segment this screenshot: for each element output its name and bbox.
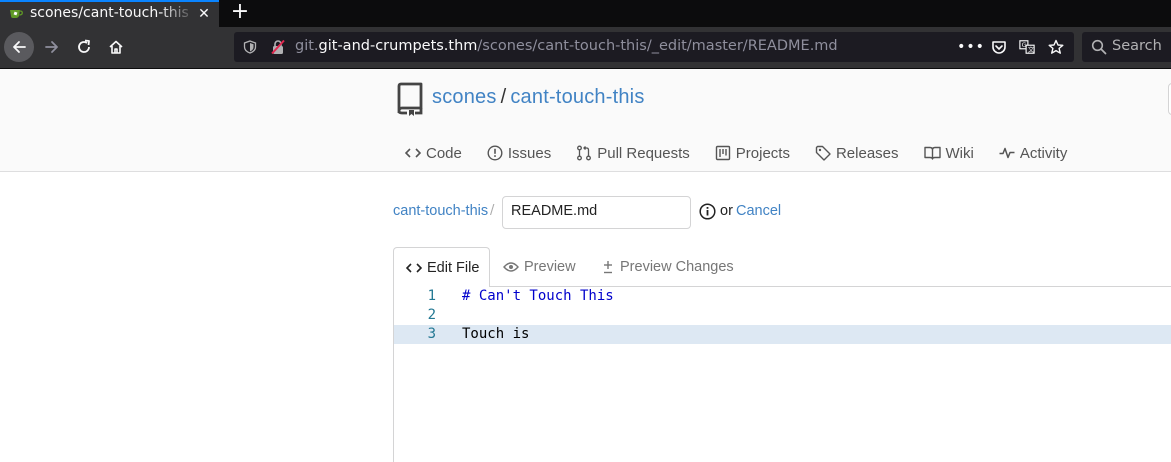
bookmark-star-icon[interactable]: [1048, 39, 1064, 55]
page-actions-icon[interactable]: •••: [957, 39, 984, 55]
diff-icon: [604, 261, 612, 274]
home-button[interactable]: [102, 33, 130, 61]
repo-header: scones / cant-touch-this Code Issues Pull …: [0, 69, 1171, 172]
page-content: scones / cant-touch-this Code Issues Pull …: [0, 69, 1171, 462]
info-icon[interactable]: [699, 203, 716, 220]
tab-projects[interactable]: Projects: [715, 145, 790, 162]
editor-tabs: Edit File Preview Preview Changes: [393, 247, 1171, 288]
repo-nav-tabs: Code Issues Pull Requests Projects Relea…: [405, 142, 1092, 164]
repo-title: scones / cant-touch-this: [432, 86, 645, 109]
line-number: 3: [427, 326, 436, 342]
or-label: or: [720, 203, 733, 219]
tab-preview-changes[interactable]: Preview Changes: [601, 247, 734, 287]
line-content: Touch is: [462, 326, 530, 342]
repo-name-link[interactable]: cant-touch-this: [510, 86, 644, 108]
tag-icon: [815, 145, 831, 161]
line-number: 1: [427, 288, 436, 304]
tab-releases[interactable]: Releases: [815, 145, 899, 162]
book-icon: [923, 146, 941, 160]
close-tab-icon[interactable]: ✕: [196, 6, 212, 22]
pocket-icon[interactable]: [991, 39, 1007, 55]
issue-icon: [487, 145, 503, 161]
repo-owner-link[interactable]: scones: [432, 86, 497, 108]
line-number: 2: [427, 307, 436, 323]
new-tab-button[interactable]: +: [228, 1, 252, 25]
filename-input[interactable]: README.md: [502, 196, 691, 229]
tab-wiki[interactable]: Wiki: [923, 145, 974, 162]
browser-tab[interactable]: scones/cant-touch-this – ✕: [0, 0, 219, 27]
tab-preview[interactable]: Preview: [503, 247, 576, 287]
editor-line[interactable]: 2: [394, 306, 1171, 325]
pulse-icon: [999, 147, 1015, 159]
breadcrumb-repo-link[interactable]: cant-touch-this: [393, 203, 488, 219]
translate-icon[interactable]: G文: [1019, 39, 1035, 55]
insecure-lock-icon[interactable]: [270, 39, 286, 55]
pull-request-icon: [577, 145, 592, 161]
reload-button[interactable]: [70, 33, 98, 61]
code-editor[interactable]: 1 # Can't Touch This 2 3 Touch is: [393, 287, 1171, 462]
browser-tab-strip: scones/cant-touch-this – ✕ +: [0, 0, 1171, 27]
gitea-favicon-icon: [10, 10, 23, 18]
tab-issues[interactable]: Issues: [487, 145, 551, 162]
repo-icon: [397, 82, 423, 116]
editor-line-current[interactable]: 3 Touch is: [394, 325, 1171, 344]
url-bar[interactable]: git.git-and-crumpets.thm/scones/cant-tou…: [234, 32, 1074, 62]
home-icon: [109, 40, 123, 54]
arrow-right-icon: [45, 41, 58, 53]
project-icon: [715, 145, 730, 161]
forward-button[interactable]: [38, 33, 66, 61]
cancel-link[interactable]: Cancel: [736, 203, 781, 219]
tab-edit-file[interactable]: Edit File: [393, 247, 490, 288]
back-button[interactable]: [4, 32, 34, 62]
code-icon: [405, 148, 421, 158]
tab-code[interactable]: Code: [405, 145, 462, 162]
tab-pull-requests[interactable]: Pull Requests: [576, 145, 690, 162]
tab-activity[interactable]: Activity: [999, 145, 1067, 162]
svg-text:G: G: [1022, 42, 1027, 49]
repo-title-separator: /: [500, 86, 507, 108]
search-icon: [1091, 39, 1107, 55]
search-placeholder: Search: [1112, 38, 1162, 54]
code-icon: [406, 262, 422, 273]
arrow-left-icon: [13, 41, 26, 53]
editor-line[interactable]: 1 # Can't Touch This: [394, 287, 1171, 306]
shield-icon[interactable]: [242, 39, 258, 55]
url-text[interactable]: git.git-and-crumpets.thm/scones/cant-tou…: [295, 38, 838, 54]
eye-icon: [503, 262, 519, 272]
reload-icon: [78, 39, 90, 53]
breadcrumb-separator: /: [490, 203, 495, 218]
line-content: # Can't Touch This: [462, 288, 614, 304]
svg-text:文: 文: [1028, 46, 1035, 54]
browser-toolbar: git.git-and-crumpets.thm/scones/cant-tou…: [0, 27, 1171, 69]
search-bar[interactable]: Search: [1082, 32, 1171, 62]
